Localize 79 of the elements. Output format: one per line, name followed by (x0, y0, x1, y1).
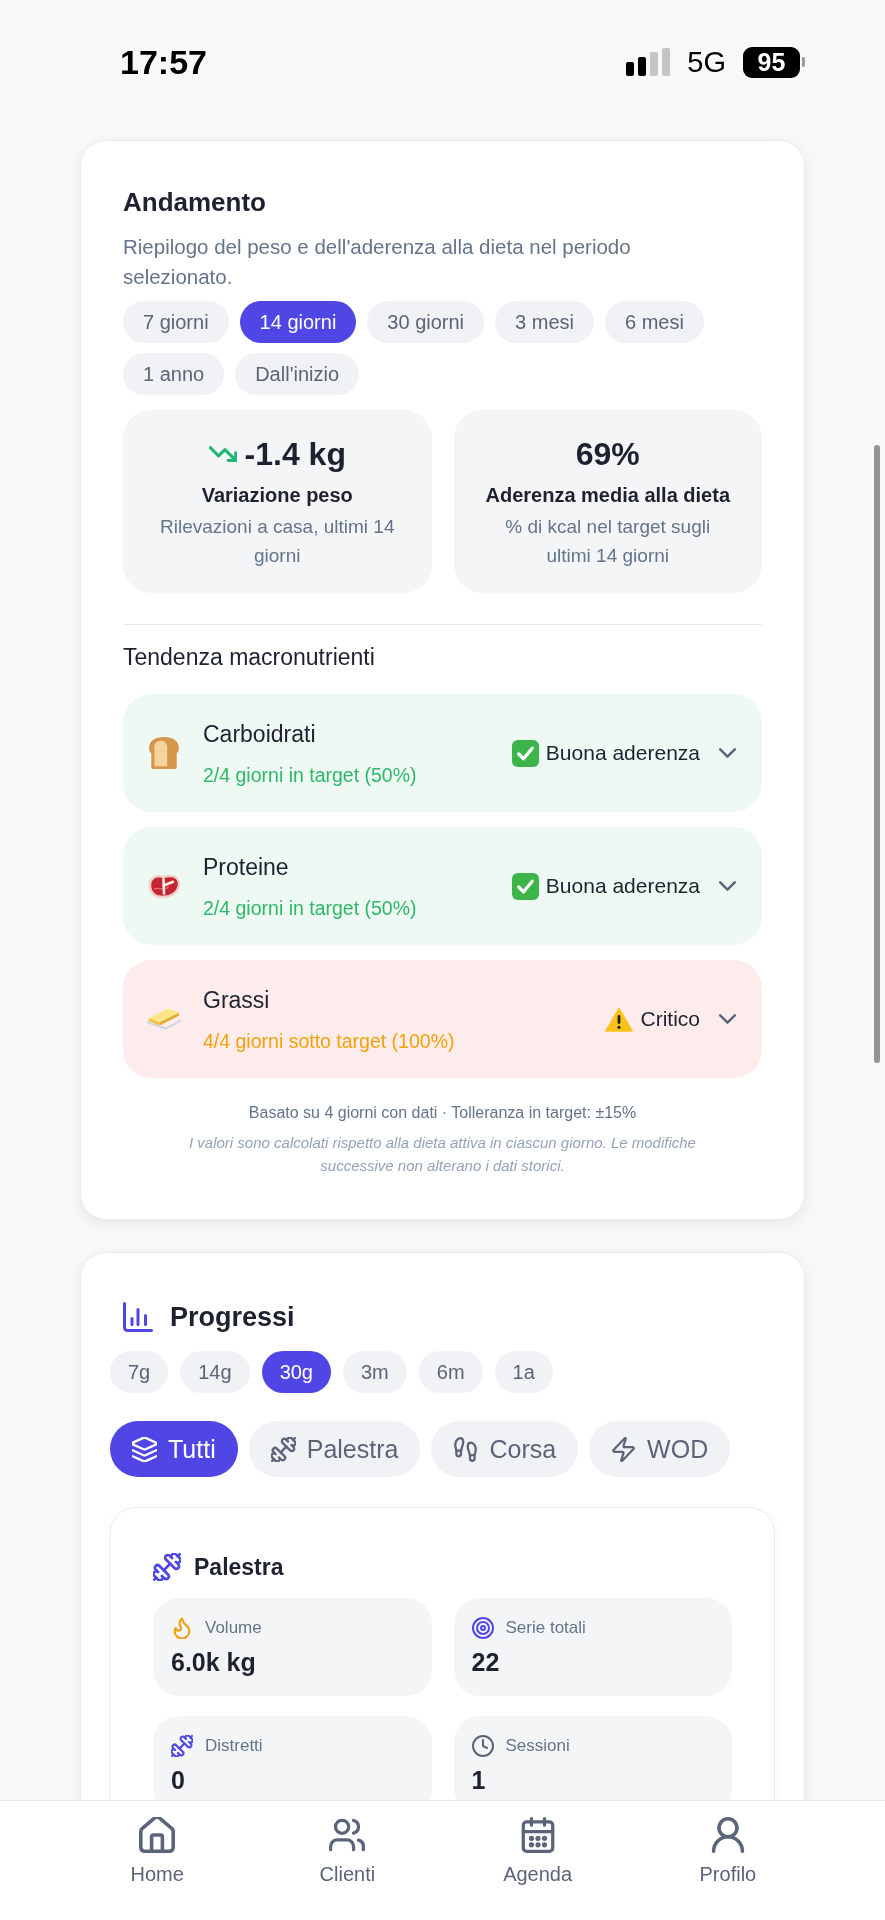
card-title: Progressi (170, 1301, 295, 1334)
nav-item[interactable]: Clienti (315, 1817, 380, 1886)
macro-name: Proteine (203, 852, 290, 882)
footprints-icon (453, 1436, 479, 1462)
filter-tab[interactable]: Palestra (248, 1421, 421, 1477)
period-chip[interactable]: 1a (494, 1351, 553, 1393)
metric-label: Sessioni (505, 1735, 570, 1757)
metric-value: 0 (171, 1765, 186, 1795)
lightning-icon (611, 1436, 637, 1462)
stat-label: Variazione peso (201, 482, 353, 508)
dumbbell-icon (153, 1553, 181, 1581)
period-chip[interactable]: Dall'inizio (235, 353, 360, 395)
period-chip[interactable]: 14 giorni (239, 301, 357, 343)
period-chip[interactable]: 7 giorni (123, 301, 229, 343)
trending-down-icon (208, 445, 237, 462)
chevron-down-icon[interactable] (719, 1014, 736, 1024)
macro-name: Carboidrati (203, 719, 317, 749)
stat-caption: Rilevazioni a casa, ultimi 14 giorni (159, 514, 396, 568)
stat-label: Aderenza media alla dieta (485, 482, 730, 508)
calendar-icon (519, 1817, 556, 1853)
period-chip[interactable]: 14g (180, 1351, 250, 1393)
layers-icon (132, 1436, 157, 1462)
user-icon (709, 1817, 746, 1853)
metric-value: 1 (471, 1765, 487, 1795)
home-icon (139, 1817, 176, 1853)
status-label: Buona aderenza (545, 740, 700, 766)
nav-item[interactable]: Home (126, 1817, 188, 1886)
period-chip[interactable]: 3m (343, 1351, 407, 1393)
card-title: Andamento (123, 186, 267, 219)
card-description: Riepilogo del peso e dell'aderenza alla dieta nel periodo selezionato. (123, 234, 632, 290)
signal-icon (626, 48, 671, 76)
filter-tab[interactable]: Corsa (431, 1421, 579, 1477)
section-title: Palestra (194, 1553, 284, 1582)
filter-tab[interactable]: Tutti (110, 1421, 238, 1477)
section-title: Tendenza macronutrienti (123, 643, 376, 672)
stat-value: -1.4 kg (244, 434, 346, 474)
status-label: Critico (640, 1006, 700, 1032)
macro-name: Grassi (203, 985, 271, 1015)
macro-row[interactable]: Proteine 2/4 giorni in target (50%) Buona aderenza (123, 827, 762, 945)
stat-value: 69% (575, 434, 640, 474)
period-chip[interactable]: 30 giorni (367, 301, 485, 343)
metric-label: Volume (205, 1617, 262, 1639)
metric-value: 22 (471, 1647, 501, 1677)
dumbbell-icon (171, 1735, 193, 1757)
status-label: Buona aderenza (545, 873, 700, 899)
clock-icon (471, 1735, 494, 1757)
check-icon (511, 739, 539, 767)
period-chip[interactable]: 30g (261, 1351, 331, 1393)
period-chip[interactable]: 1 anno (123, 353, 225, 395)
metric-label: Serie totali (505, 1617, 586, 1639)
period-chip[interactable]: 6 mesi (604, 301, 704, 343)
target-icon (471, 1617, 494, 1639)
macro-row[interactable]: Carboidrati 2/4 giorni in target (50%) Buona aderenza (123, 694, 762, 812)
chevron-down-icon[interactable] (719, 748, 736, 758)
flame-icon (171, 1617, 193, 1639)
nav-item[interactable]: Profilo (695, 1817, 761, 1886)
dumbbell-icon (270, 1436, 296, 1462)
chevron-down-icon[interactable] (719, 881, 736, 891)
battery-indicator: 95 (743, 46, 805, 78)
metric-label: Distretti (205, 1735, 263, 1757)
check-icon (511, 872, 539, 900)
macro-detail: 4/4 giorni sotto target (100%) (203, 1028, 456, 1054)
period-chip[interactable]: 3 mesi (495, 301, 594, 343)
macro-detail: 2/4 giorni in target (50%) (203, 762, 418, 788)
stat-caption: % di kcal nel target sugli ultimi 14 giorni (504, 514, 712, 568)
bread-icon (147, 736, 181, 770)
period-chip[interactable]: 7g (110, 1351, 169, 1393)
network-label: 5G (687, 45, 726, 79)
footnote: I valori sono calcolati rispetto alla dieta attiva in ciascun giorno. Le modifiche successive non alterano i dati storici. (188, 1133, 697, 1176)
data-summary: Basato su 4 giorni con dati · Tolleranza in target: ±15% (247, 1103, 638, 1123)
nav-item[interactable]: Agenda (499, 1817, 577, 1886)
warning-icon (605, 1006, 634, 1032)
macro-detail: 2/4 giorni in target (50%) (203, 895, 418, 921)
period-chip[interactable]: 6m (418, 1351, 483, 1393)
status-time: 17:57 (120, 42, 207, 82)
bar-chart-icon (123, 1302, 153, 1332)
users-icon (329, 1817, 366, 1853)
metric-value: 6.0k kg (171, 1647, 257, 1677)
filter-tab[interactable]: WOD (589, 1421, 731, 1477)
